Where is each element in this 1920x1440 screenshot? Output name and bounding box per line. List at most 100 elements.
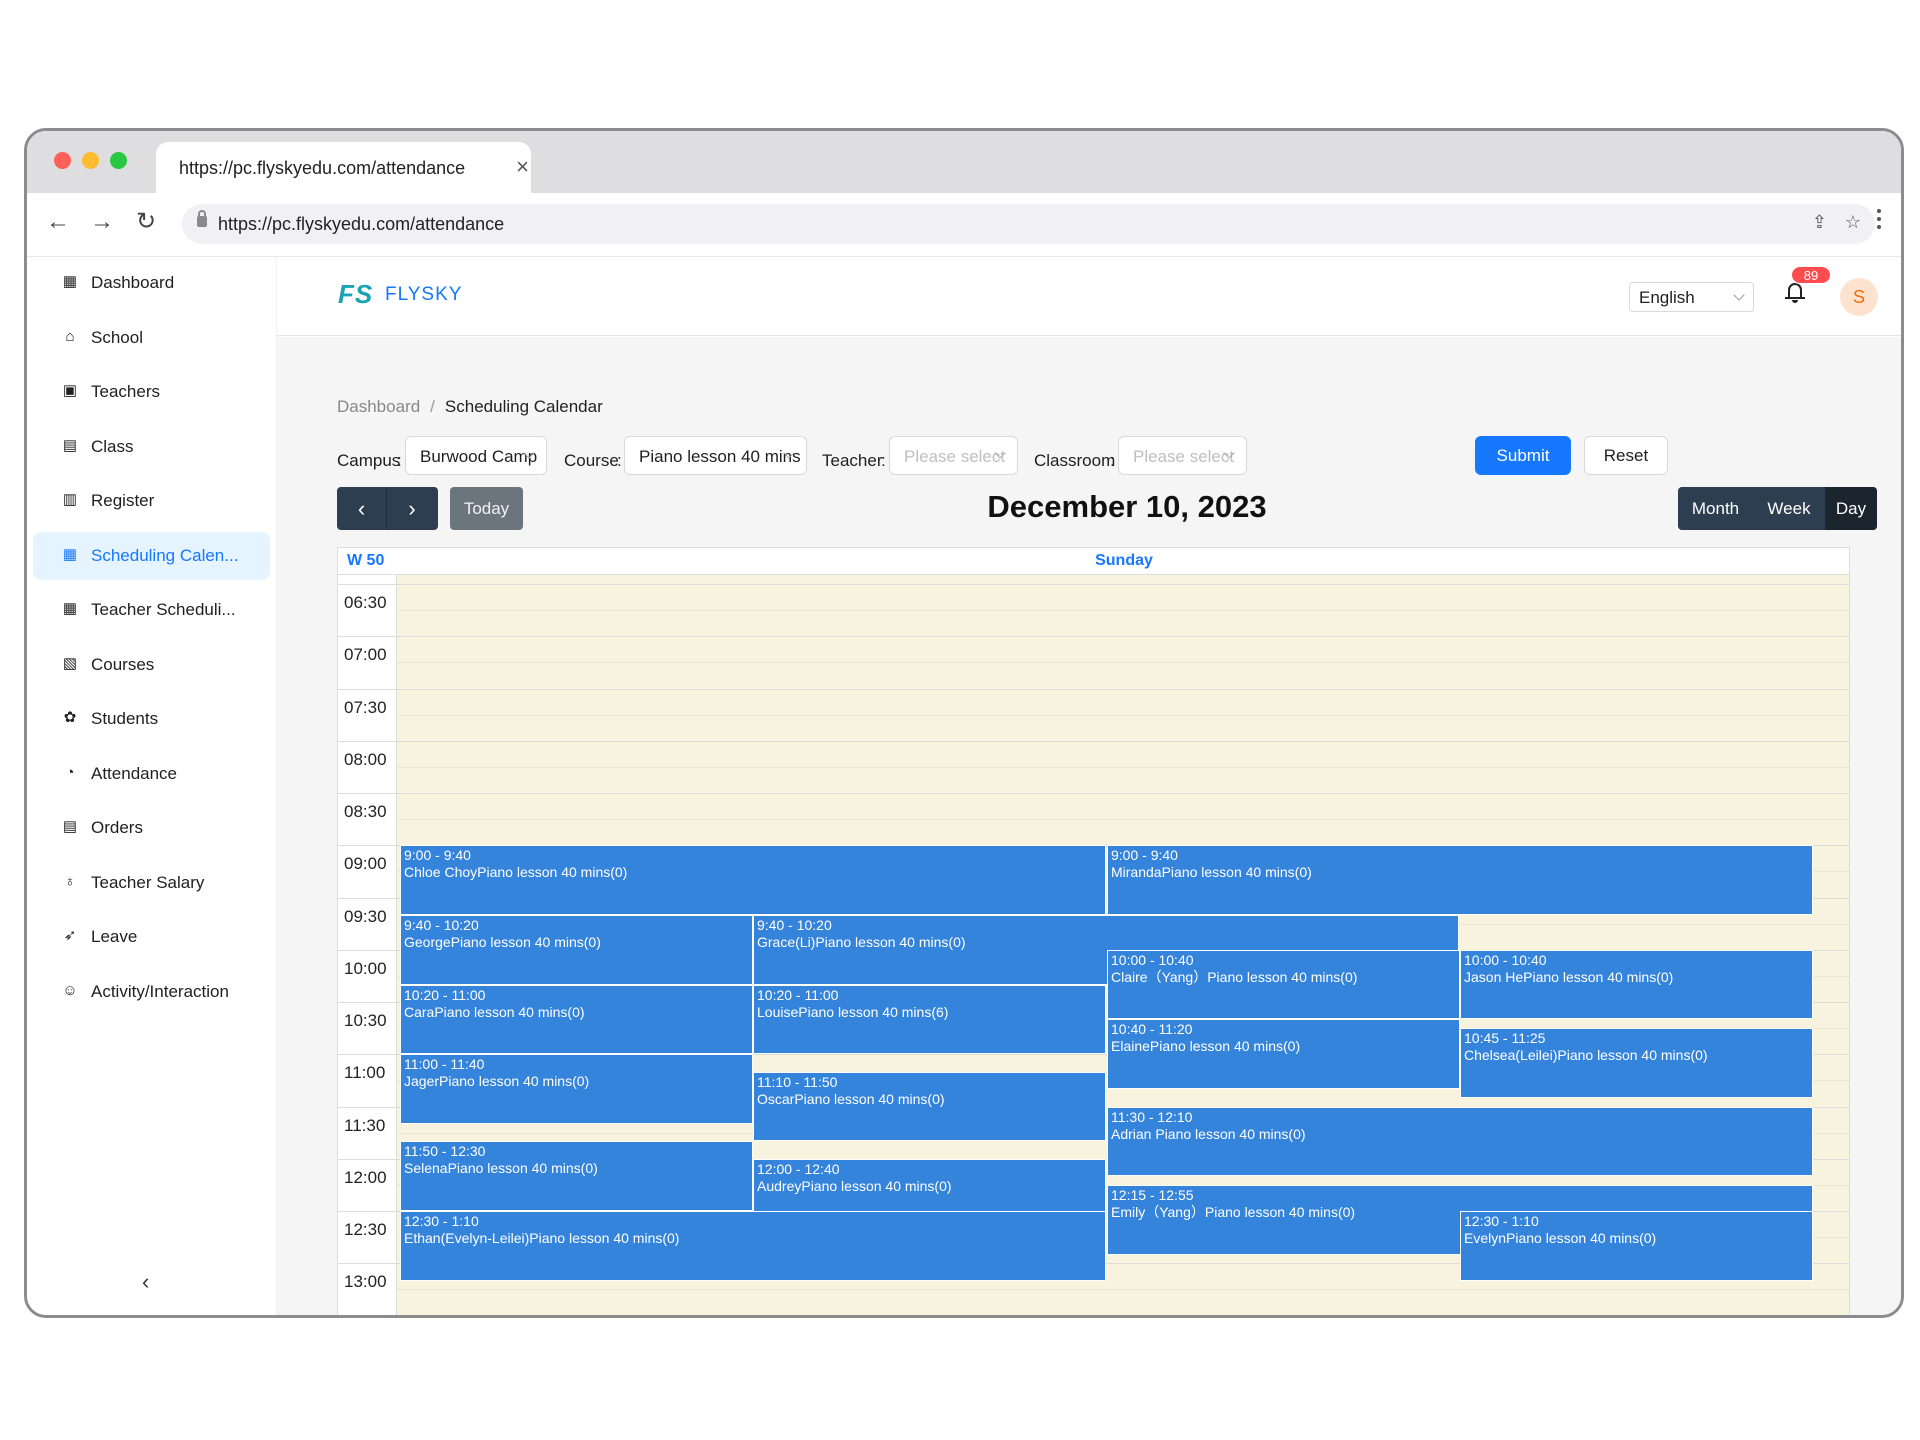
classroom-select[interactable]: Please select <box>1118 436 1247 475</box>
month-view-button[interactable]: Month <box>1678 487 1753 530</box>
next-day-button[interactable]: › <box>387 487 437 530</box>
sidebar-item-register[interactable]: ▥ Register <box>33 477 270 525</box>
activity-people-icon: ☺ <box>62 981 78 999</box>
avatar[interactable]: S <box>1840 278 1878 316</box>
collapse-sidebar-icon[interactable]: ‹ <box>142 1269 149 1295</box>
sidebar-item-leave[interactable]: ➶ Leave <box>33 913 270 961</box>
submit-button[interactable]: Submit <box>1475 436 1571 475</box>
calendar-grid: 06:30 07:00 07:30 08:00 08:30 09:00 09:30 10:00… <box>337 547 1850 1315</box>
forward-arrow-icon[interactable]: → <box>87 207 117 237</box>
sidebar-item-label: School <box>91 327 143 347</box>
sidebar-item-scheduling-calen[interactable]: ▦ Scheduling Calen... <box>33 531 270 580</box>
event-time: 10:00 - 10:40 <box>1111 951 1194 968</box>
calendar-nav-group: ‹ › <box>337 487 438 530</box>
event-title: MirandaPiano lesson 40 mins(0) <box>1111 864 1312 881</box>
calendar-event[interactable]: 10:20 - 11:00 CaraPiano lesson 40 mins(0) <box>400 984 753 1055</box>
time-label: 07:30 <box>344 697 387 717</box>
today-button[interactable]: Today <box>450 487 523 530</box>
browser-tab[interactable]: https://pc.flyskyedu.com/attendance × <box>156 142 531 193</box>
time-label: 12:30 <box>344 1220 387 1239</box>
sidebar-item-teachers[interactable]: ▣ Teachers <box>33 368 270 416</box>
sidebar-item-orders[interactable]: ▤ Orders <box>33 804 270 852</box>
calendar-event[interactable]: 9:40 - 10:20 GeorgePiano lesson 40 mins(0… <box>400 914 753 985</box>
sidebar-item-label: Class <box>91 436 134 456</box>
calendar-title: December 10, 2023 <box>987 489 1267 524</box>
calendar-event[interactable]: 10:00 - 10:40 Claire（Yang）Piano lesson 40… <box>1107 949 1460 1020</box>
view-switcher: Month Week Day <box>1678 487 1877 530</box>
breadcrumb-separator: / <box>430 397 435 416</box>
day-view-button[interactable]: Day <box>1825 487 1877 530</box>
course-value: Piano lesson 40 mins <box>639 447 801 466</box>
calendar-event[interactable]: 10:40 - 11:20 ElainePiano lesson 40 mins(… <box>1107 1019 1460 1090</box>
calendar-event[interactable]: 11:50 - 12:30 SelenaPiano lesson 40 mins(… <box>400 1141 753 1211</box>
sidebar-item-school[interactable]: ⌂ School <box>33 314 270 362</box>
event-time: 11:30 - 12:10 <box>1111 1108 1193 1125</box>
slot-divider <box>338 688 1849 690</box>
breadcrumb: Dashboard / Scheduling Calendar <box>337 397 603 417</box>
prev-day-button[interactable]: ‹ <box>337 487 387 530</box>
event-title: Claire（Yang）Piano lesson 40 mins(0) <box>1111 968 1358 985</box>
tab-close-icon[interactable]: × <box>516 154 529 180</box>
calendar-event[interactable]: 12:30 - 1:10 Ethan(Evelyn-Leilei)Piano le… <box>400 1211 1106 1281</box>
sidebar-item-dashboard[interactable]: ▦ Dashboard <box>33 259 270 307</box>
reload-icon[interactable]: ↻ <box>131 207 161 237</box>
calendar-event[interactable]: 12:30 - 1:10 EvelynPiano lesson 40 mins(0… <box>1460 1211 1813 1281</box>
address-bar[interactable]: https://pc.flyskyedu.com/attendance ⇪ ☆ <box>182 204 1875 244</box>
maximize-window-button[interactable] <box>110 152 127 169</box>
back-arrow-icon[interactable]: ← <box>43 207 73 237</box>
teacher-placeholder: Please select <box>904 447 1006 466</box>
time-label: 09:30 <box>344 906 387 926</box>
week-view-button[interactable]: Week <box>1753 487 1825 530</box>
sidebar-item-courses[interactable]: ▧ Courses <box>33 641 270 689</box>
week-number: W 50 <box>347 552 385 569</box>
course-label: Course <box>564 451 619 470</box>
time-label: 07:00 <box>344 645 387 665</box>
time-label: 11:00 <box>344 1063 386 1083</box>
teacher-select[interactable]: Please select <box>889 436 1018 475</box>
time-label: 08:00 <box>344 749 387 769</box>
lock-icon <box>197 210 207 227</box>
sidebar-item-teacher-scheduli[interactable]: ▦ Teacher Scheduli... <box>33 586 270 634</box>
whiteboard-icon: ▤ <box>62 436 78 454</box>
calendar-event[interactable]: 11:30 - 12:10 Adrian Piano lesson 40 mins… <box>1107 1106 1813 1177</box>
calendar-event[interactable]: 9:00 - 9:40 Chloe ChoyPiano lesson 40 min… <box>400 845 1106 915</box>
calendar-event[interactable]: 11:00 - 11:40 JagerPiano lesson 40 mins(0… <box>400 1054 753 1124</box>
event-title: ElainePiano lesson 40 mins(0) <box>1111 1038 1301 1055</box>
reset-button[interactable]: Reset <box>1584 436 1668 475</box>
slot-divider <box>338 793 1849 794</box>
sidebar-item-students[interactable]: ✿ Students <box>33 695 270 743</box>
main-content: Dashboard / Scheduling Calendar Campus : B… <box>277 337 1901 1315</box>
share-icon[interactable]: ⇪ <box>1812 212 1827 233</box>
receipt-icon: ▤ <box>62 818 78 835</box>
campus-select[interactable]: Burwood Camp <box>405 436 547 475</box>
minimize-window-button[interactable] <box>82 152 99 169</box>
sidebar-item-attendance[interactable]: ◔ Attendance <box>33 750 270 798</box>
slot-divider <box>338 636 1849 638</box>
calendar-event[interactable]: 10:20 - 11:00 LouisePiano lesson 40 mins(… <box>753 984 1106 1055</box>
time-label: 12:00 <box>344 1167 387 1187</box>
close-window-button[interactable] <box>54 152 71 169</box>
event-time: 9:40 - 10:20 <box>757 916 832 933</box>
time-label: 13:00 <box>344 1272 387 1292</box>
star-icon[interactable]: ☆ <box>1845 212 1861 233</box>
event-title: Ethan(Evelyn-Leilei)Piano lesson 40 mins… <box>404 1230 680 1246</box>
sidebar-item-class[interactable]: ▤ Class <box>33 423 270 471</box>
slot-subdivider <box>397 766 1849 768</box>
calendar-event[interactable]: 10:45 - 11:25 Chelsea(Leilei)Piano lesson… <box>1460 1028 1813 1098</box>
sidebar-item-activity-interaction[interactable]: ☺ Activity/Interaction <box>33 968 270 1016</box>
sidebar-item-label: Students <box>91 709 159 728</box>
sidebar-item-teacher-salary[interactable]: ♁ Teacher Salary <box>33 859 270 907</box>
url-text[interactable]: https://pc.flyskyedu.com/attendance <box>218 214 504 235</box>
browser-menu-icon[interactable] <box>1877 209 1881 233</box>
language-select[interactable]: English <box>1629 282 1754 312</box>
calendar-event[interactable]: 9:00 - 9:40 MirandaPiano lesson 40 mins(0… <box>1107 845 1813 915</box>
calendar-event[interactable]: 10:00 - 10:40 Jason HePiano lesson 40 min… <box>1460 949 1813 1020</box>
breadcrumb-dashboard-link[interactable]: Dashboard <box>337 397 420 416</box>
tab-title: https://pc.flyskyedu.com/attendance <box>179 158 466 178</box>
book-open-icon: ▧ <box>62 654 78 672</box>
course-select[interactable]: Piano lesson 40 mins <box>624 436 807 475</box>
event-time: 10:40 - 11:20 <box>1111 1021 1193 1038</box>
sidebar-item-label: Orders <box>91 818 143 837</box>
event-title: OscarPiano lesson 40 mins(0) <box>757 1090 945 1107</box>
calendar-event[interactable]: 11:10 - 11:50 OscarPiano lesson 40 mins(0… <box>753 1071 1106 1142</box>
